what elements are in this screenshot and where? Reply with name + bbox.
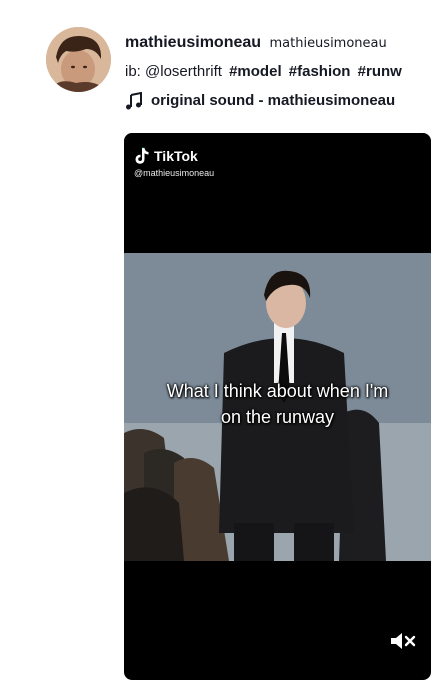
music-note-icon: [125, 92, 143, 110]
caption-mention[interactable]: ib: @loserthrift: [125, 63, 222, 80]
speaker-muted-icon: [391, 633, 416, 649]
tiktok-watermark: TikTok @mathieusimoneau: [134, 147, 214, 178]
watermark-brand: TikTok: [154, 148, 198, 164]
author-nickname[interactable]: mathieusimoneau: [269, 36, 386, 51]
music-link[interactable]: original sound - mathieusimoneau: [125, 91, 441, 111]
author-name-row: mathieusimoneau mathieusimoneau: [125, 33, 441, 54]
music-label: original sound - mathieusimoneau: [151, 92, 396, 109]
hashtag-fashion[interactable]: #fashion: [289, 63, 351, 80]
hashtag-model[interactable]: #model: [229, 63, 282, 80]
watermark-handle: @mathieusimoneau: [134, 168, 215, 178]
video-subtitle: What I think about when I'm on the runwa…: [124, 378, 431, 430]
video-player[interactable]: TikTok @mathieusimoneau What I think abo…: [124, 133, 431, 680]
author-avatar[interactable]: [46, 27, 111, 92]
author-username[interactable]: mathieusimoneau: [125, 34, 261, 51]
mute-toggle-button[interactable]: [389, 630, 417, 652]
hashtag-runway[interactable]: #runw: [358, 63, 402, 80]
post-header: mathieusimoneau mathieusimoneau ib: @los…: [125, 33, 441, 111]
subtitle-line-1: What I think about when I'm: [166, 381, 389, 401]
tiktok-logo-icon: [135, 147, 149, 164]
subtitle-line-2: on the runway: [220, 407, 335, 427]
post-caption: ib: @loserthrift #model #fashion #runw: [125, 62, 441, 82]
